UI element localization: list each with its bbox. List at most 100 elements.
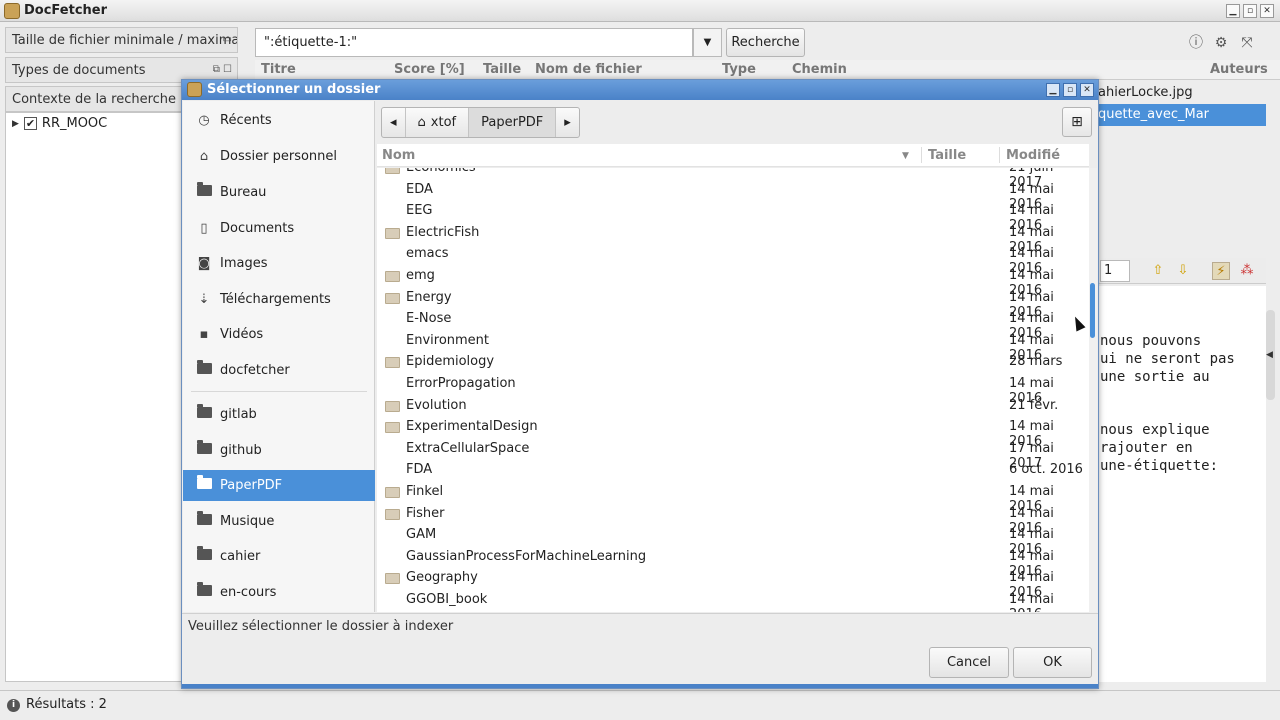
file-row[interactable]: Energy 14 mai 2016 (377, 288, 1089, 320)
preview-page-input[interactable]: 1 (1100, 260, 1130, 282)
file-row[interactable]: emacs 14 mai 2016 (377, 244, 1089, 276)
place-paperpdf[interactable]: PaperPDF (183, 470, 375, 501)
file-row[interactable]: GAM 14 mai 2016 (377, 525, 1089, 557)
places-separator (191, 391, 367, 392)
place-label: Images (220, 256, 268, 271)
place-musique[interactable]: Musique (183, 506, 375, 537)
search-input[interactable]: ":étiquette-1:" (255, 28, 693, 57)
search-button[interactable]: Recherche (726, 28, 805, 57)
file-row[interactable]: Epidemiology 28 mars (377, 352, 1089, 373)
place-images[interactable]: ◙ Images (183, 248, 375, 279)
col-path[interactable]: Chemin (792, 62, 847, 77)
previous-match-icon[interactable]: ⇧ (1149, 262, 1167, 280)
place-documents[interactable]: ▯ Documents (183, 213, 375, 244)
file-row[interactable]: ExperimentalDesign 14 mai 2016 (377, 417, 1089, 449)
close-icon[interactable]: ✕ (1080, 83, 1094, 97)
file-row[interactable]: FDA 6 oct. 2016 (377, 460, 1089, 481)
place-home[interactable]: ⌂ Dossier personnel (183, 141, 375, 172)
file-row[interactable]: ElectricFish 14 mai 2016 (377, 223, 1089, 255)
file-list[interactable]: Economics21 juin 2017EDA14 mai 2016EEG14… (377, 168, 1089, 612)
ok-button[interactable]: OK (1013, 647, 1092, 678)
new-folder-icon: ⊞ (1071, 114, 1083, 130)
file-row[interactable]: Geography 14 mai 2016 (377, 568, 1089, 600)
search-history-dropdown[interactable]: ▼ (693, 28, 722, 57)
file-name: ElectricFish (406, 224, 480, 240)
maximize-icon[interactable]: ▫ (1243, 4, 1257, 18)
col-authors[interactable]: Auteurs (1210, 62, 1268, 77)
col-title[interactable]: Titre (261, 62, 296, 77)
dialog-bottom-border (182, 684, 1098, 688)
file-row[interactable]: Fisher 14 mai 2016 (377, 504, 1089, 536)
col-name[interactable]: Nom (382, 148, 415, 163)
folder-icon (385, 292, 400, 304)
folder-icon (385, 487, 400, 498)
collapse-arrow-icon[interactable]: ◀ (1266, 350, 1273, 360)
file-row[interactable]: Economics21 juin 2017 (377, 168, 1089, 190)
col-modified[interactable]: Modifié (1006, 148, 1060, 163)
file-row[interactable]: ExtraCellularSpace 17 mai 2017 (377, 439, 1089, 471)
path-segment-current[interactable]: PaperPDF (469, 108, 557, 137)
file-row[interactable]: ErrorPropagation 14 mai 2016 (377, 374, 1089, 406)
file-row[interactable]: Evolution 21 févr. (377, 396, 1089, 417)
file-row[interactable]: GaussianProcessForMachineLearning 14 mai … (377, 547, 1089, 579)
new-folder-button[interactable]: ⊞ (1062, 107, 1092, 137)
file-modified: 6 oct. 2016 (1009, 462, 1083, 478)
highlight-icon[interactable]: ⚡ (1212, 262, 1230, 280)
file-row[interactable]: E-Nose 14 mai 2016 (377, 309, 1089, 341)
file-name: GAM (406, 527, 437, 543)
file-row[interactable]: Finkel 14 mai 2016 (377, 482, 1089, 514)
dialog-status: Veuillez sélectionner le dossier à index… (188, 619, 454, 634)
place-videos[interactable]: ▪ Vidéos (183, 319, 375, 350)
file-list-scrollbar[interactable] (1089, 168, 1097, 612)
place-docfetcher[interactable]: docfetcher (183, 355, 375, 386)
preview-line: une-étiquette: (1100, 458, 1219, 474)
place-downloads[interactable]: ⇣ Téléchargements (183, 284, 375, 315)
file-row[interactable]: EDA 14 mai 2016 (377, 180, 1089, 212)
filesize-panel[interactable]: Taille de fichier minimale / maximale ▭ (5, 27, 238, 53)
app-title: DocFetcher (24, 3, 108, 18)
place-en-cours[interactable]: en-cours (183, 577, 375, 608)
expand-arrow-icon[interactable]: ▶ (12, 119, 19, 129)
cancel-button[interactable]: Cancel (929, 647, 1009, 678)
next-match-icon[interactable]: ⇩ (1174, 262, 1192, 280)
help-icon[interactable]: ⓘ (1187, 34, 1205, 52)
col-type[interactable]: Type (722, 62, 756, 77)
result-row[interactable]: ahierLocke.jpg (1098, 82, 1266, 104)
settings-icon[interactable]: ⚙ (1212, 34, 1230, 52)
docfetcher-logo-icon (4, 3, 20, 19)
place-desktop[interactable]: Bureau (183, 177, 375, 208)
col-score[interactable]: Score [%] (394, 62, 465, 77)
doctypes-panel-label: Types de documents (12, 63, 146, 78)
checked-checkbox-icon[interactable]: ✔ (23, 117, 37, 130)
close-icon[interactable]: ✕ (1260, 4, 1274, 18)
restore-icon[interactable]: ▭ (223, 34, 232, 45)
file-name: emacs (406, 246, 449, 262)
place-gitlab[interactable]: gitlab (183, 399, 375, 430)
file-row[interactable]: emg 14 mai 2016 (377, 266, 1089, 298)
search-scope-panel-label: Contexte de la recherche (12, 92, 177, 107)
restore-icon[interactable]: ⧉ ☐ (213, 64, 232, 75)
path-segment-home[interactable]: ⌂ xtof (406, 108, 470, 137)
file-row[interactable]: EEG 14 mai 2016 (377, 201, 1089, 233)
path-forward-button[interactable]: ▸ (556, 108, 579, 137)
scrollbar-thumb[interactable] (1090, 283, 1095, 338)
place-recent[interactable]: ◷ Récents (183, 105, 375, 136)
file-name: Geography (406, 570, 478, 586)
file-row[interactable]: Environment 14 mai 2016 (377, 331, 1089, 363)
file-row[interactable]: GGOBI_book 14 mai 2016 (377, 590, 1089, 612)
minimize-icon[interactable]: ▁ (1226, 4, 1240, 18)
path-back-button[interactable]: ◂ (382, 108, 406, 137)
col-filename[interactable]: Nom de fichier (535, 62, 642, 77)
preview-line: nous pouvons (1100, 333, 1202, 349)
place-cahier[interactable]: cahier (183, 541, 375, 572)
result-row-selected[interactable]: quette_avec_Mar (1098, 104, 1266, 126)
col-size[interactable]: Taille (928, 148, 966, 163)
fullscreen-icon[interactable]: ⤧ (1238, 34, 1256, 52)
tree-item-rr-mooc[interactable]: ▶ ✔ RR_MOOC (12, 116, 107, 131)
col-size[interactable]: Taille (483, 62, 521, 77)
maximize-icon[interactable]: ▫ (1063, 83, 1077, 97)
path-segment-label: PaperPDF (481, 115, 544, 130)
html-preview-icon[interactable]: ⁂ (1238, 262, 1256, 280)
minimize-icon[interactable]: ▁ (1046, 83, 1060, 97)
place-github[interactable]: github (183, 435, 375, 466)
